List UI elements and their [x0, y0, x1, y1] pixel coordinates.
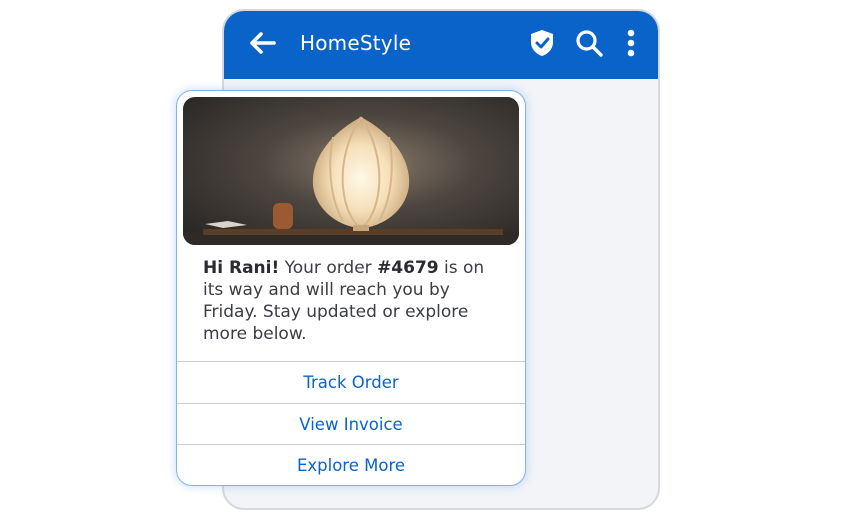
app-bar: HomeStyle: [224, 11, 658, 79]
rich-message-card: Hi Rani! Your order #4679 is on its way …: [176, 90, 526, 486]
arrow-left-icon[interactable]: [246, 26, 280, 60]
order-number: #4679: [377, 258, 439, 278]
message-text: Hi Rani! Your order #4679 is on its way …: [203, 257, 507, 345]
message-part: Your order: [279, 258, 378, 278]
lamp-photo: [183, 97, 519, 245]
more-vertical-icon[interactable]: [616, 28, 646, 58]
greeting: Hi Rani!: [203, 258, 280, 278]
track-order-button[interactable]: Track Order: [177, 361, 525, 402]
shield-check-icon[interactable]: [527, 28, 557, 58]
view-invoice-button[interactable]: View Invoice: [177, 403, 525, 444]
explore-more-button[interactable]: Explore More: [177, 444, 525, 485]
search-icon[interactable]: [574, 28, 604, 58]
app-title: HomeStyle: [300, 31, 412, 55]
